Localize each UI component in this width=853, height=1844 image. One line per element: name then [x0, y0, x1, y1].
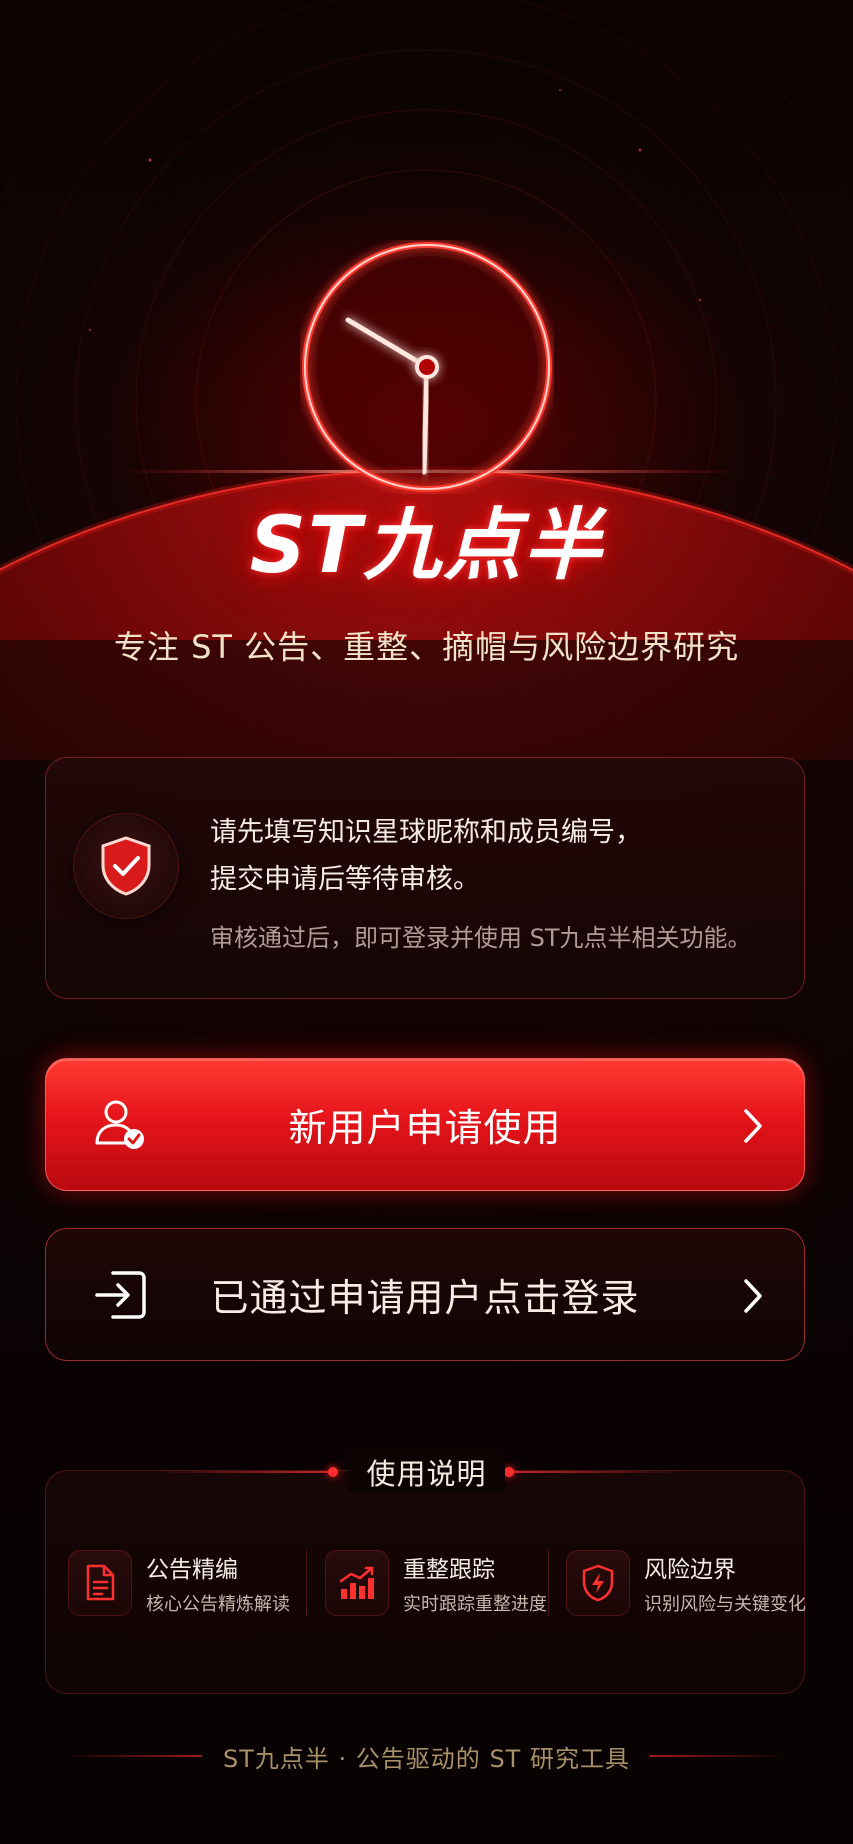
apply-button-label: 新用户申请使用 [288, 1106, 562, 1150]
feature-divider [548, 1550, 549, 1616]
feature-item-risk: 风险边界 识别风险与关键变化 [566, 1546, 806, 1620]
info-line-1: 请先填写知识星球昵称和成员编号， [210, 817, 642, 848]
info-card: 请先填写知识星球昵称和成员编号， 提交申请后等待审核。 审核通过后，即可登录并使… [45, 757, 805, 999]
apply-button[interactable]: 新用户申请使用 [45, 1058, 805, 1191]
feature-item-announcement: 公告精编 核心公告精炼解读 [68, 1546, 308, 1620]
feature-title: 风险边界 [644, 1557, 736, 1583]
bar-chart-trend-icon [325, 1550, 389, 1616]
feature-desc: 核心公告精炼解读 [146, 1594, 290, 1615]
chevron-right-icon [744, 1279, 762, 1313]
feature-title: 公告精编 [146, 1557, 238, 1583]
info-note: 审核通过后，即可登录并使用 ST九点半相关功能。 [210, 924, 752, 952]
brand-title: ST九点半 [249, 501, 604, 591]
usage-guide-title: 使用说明 [348, 1451, 505, 1493]
shield-lightning-icon [566, 1550, 630, 1616]
feature-title: 重整跟踪 [403, 1557, 495, 1583]
footer-text: ST九点半 · 公告驱动的 ST 研究工具 [223, 1744, 630, 1773]
login-button-label: 已通过申请用户点击登录 [210, 1276, 640, 1320]
feature-desc: 识别风险与关键变化 [644, 1594, 806, 1615]
feature-item-restructuring: 重整跟踪 实时跟踪重整进度 [325, 1546, 547, 1620]
chevron-right-icon [744, 1109, 762, 1143]
clock-logo-icon [302, 242, 552, 492]
tagline: 专注 ST 公告、重整、摘帽与风险边界研究 [113, 628, 740, 666]
login-button[interactable]: 已通过申请用户点击登录 [45, 1228, 805, 1361]
shield-check-icon [74, 814, 178, 918]
feature-desc: 实时跟踪重整进度 [403, 1594, 547, 1615]
info-line-2: 提交申请后等待审核。 [210, 864, 480, 895]
document-icon [68, 1550, 132, 1616]
feature-divider [306, 1550, 307, 1616]
usage-guide-header: 使用说明 [0, 1451, 853, 1493]
